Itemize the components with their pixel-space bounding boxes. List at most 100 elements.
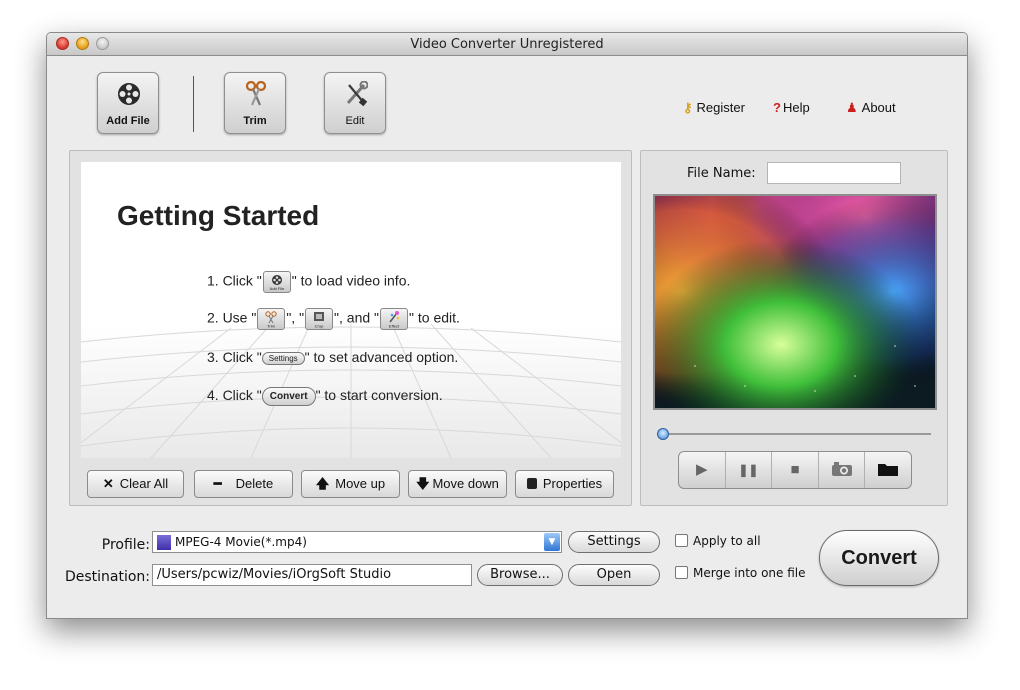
play-button[interactable]: ▶ bbox=[679, 452, 726, 488]
getting-started-area[interactable]: Getting Started 1. Click " Add File " to l… bbox=[81, 162, 621, 458]
seek-track[interactable] bbox=[661, 433, 931, 435]
step-2-mid2: ", and " bbox=[334, 309, 380, 326]
play-icon: ▶ bbox=[696, 461, 708, 478]
snapshot-button[interactable] bbox=[819, 452, 866, 488]
merge-label: Merge into one file bbox=[693, 566, 806, 580]
add-file-label: Add File bbox=[106, 115, 150, 127]
player-controls: ▶ ❚❚ ■ bbox=[678, 451, 912, 489]
step-4-pre: 4. Click " bbox=[207, 387, 262, 404]
step-3: 3. Click " Settings " to set advanced opti… bbox=[207, 349, 458, 365]
properties-icon bbox=[526, 478, 537, 489]
help-link[interactable]: ? Help bbox=[773, 100, 810, 115]
video-preview bbox=[653, 194, 937, 410]
convert-button[interactable]: Convert bbox=[819, 530, 939, 586]
mini-crop-icon: Crop bbox=[305, 308, 334, 330]
open-button[interactable]: Open bbox=[568, 564, 660, 586]
edit-button[interactable]: Edit bbox=[324, 72, 386, 134]
checkbox-box[interactable] bbox=[675, 566, 688, 579]
pause-button[interactable]: ❚❚ bbox=[726, 452, 773, 488]
profile-select[interactable]: MPEG-4 Movie(*.mp4) ▼ bbox=[152, 531, 562, 553]
step-2: 2. Use " Trim ", " Crop ", and " Effect " to e… bbox=[207, 308, 460, 330]
toolbar-separator bbox=[193, 76, 194, 132]
file-name-label: File Name: bbox=[687, 166, 756, 181]
profile-value: MPEG-4 Movie(*.mp4) bbox=[175, 535, 307, 549]
about-label: About bbox=[861, 100, 896, 115]
mini-convert-pill: Convert bbox=[261, 387, 316, 406]
film-icon bbox=[157, 535, 171, 550]
preview-panel: File Name: ▶ ❚❚ ■ bbox=[640, 150, 948, 506]
move-down-label: Move down bbox=[432, 476, 499, 491]
mini-settings-pill: Settings bbox=[261, 351, 305, 365]
stop-icon: ■ bbox=[790, 461, 800, 478]
apply-to-all-label: Apply to all bbox=[693, 534, 761, 548]
destination-label: Destination: bbox=[64, 569, 150, 585]
key-icon: ⚷ bbox=[683, 100, 693, 115]
register-link[interactable]: ⚷ Register bbox=[683, 100, 745, 116]
browse-button[interactable]: Browse... bbox=[477, 564, 563, 586]
profile-label: Profile: bbox=[101, 537, 150, 553]
apply-to-all-checkbox[interactable]: Apply to all bbox=[675, 534, 761, 548]
destination-field[interactable]: /Users/pcwiz/Movies/iOrgSoft Studio bbox=[152, 564, 472, 586]
seek-slider-handle[interactable] bbox=[657, 428, 669, 440]
step-1-post: " to load video info. bbox=[291, 272, 411, 289]
step-1-pre: 1. Click " bbox=[207, 272, 262, 289]
step-3-post: " to set advanced option. bbox=[304, 349, 459, 365]
minus-icon: ━ bbox=[213, 476, 222, 491]
app-window: Video Converter Unregistered Add File Tr… bbox=[46, 32, 968, 619]
arrow-down-icon: 🡇 bbox=[416, 476, 430, 491]
folder-icon bbox=[878, 464, 899, 476]
camera-icon bbox=[831, 462, 852, 476]
file-list-panel: Getting Started 1. Click " Add File " to l… bbox=[69, 150, 632, 506]
wrench-screwdriver-icon bbox=[346, 81, 368, 107]
checkbox-box[interactable] bbox=[675, 534, 688, 547]
clear-all-label: Clear All bbox=[119, 476, 169, 491]
arrow-up-icon: 🡅 bbox=[315, 476, 330, 491]
step-2-mid1: ", " bbox=[286, 309, 305, 326]
aurora-wallpaper-image bbox=[655, 196, 935, 408]
main-content: Add File Trim Edit ⚷ Register ? Help ♟ A… bbox=[47, 56, 967, 618]
properties-button[interactable]: Properties bbox=[515, 470, 614, 498]
file-name-field[interactable] bbox=[767, 162, 901, 184]
pause-icon: ❚❚ bbox=[738, 463, 759, 477]
merge-checkbox[interactable]: Merge into one file bbox=[675, 566, 806, 580]
film-reel-icon bbox=[118, 83, 140, 105]
help-label: Help bbox=[782, 100, 810, 115]
add-file-button[interactable]: Add File bbox=[97, 72, 159, 134]
chevron-down-icon[interactable]: ▼ bbox=[544, 533, 560, 551]
question-icon: ? bbox=[773, 100, 781, 115]
delete-button[interactable]: ━ Delete bbox=[194, 470, 293, 498]
mini-trim-icon: Trim bbox=[257, 308, 286, 330]
svg-text:Crop: Crop bbox=[315, 324, 324, 329]
step-3-pre: 3. Click " bbox=[207, 349, 262, 365]
move-up-label: Move up bbox=[335, 476, 386, 491]
register-label: Register bbox=[696, 100, 745, 115]
mini-add-file-icon: Add File bbox=[262, 271, 291, 293]
move-up-button[interactable]: 🡅 Move up bbox=[301, 470, 400, 498]
mini-effect-icon: Effect bbox=[380, 308, 409, 330]
trim-button[interactable]: Trim bbox=[224, 72, 286, 134]
step-1: 1. Click " Add File " to load video info. bbox=[207, 271, 410, 293]
step-2-pre: 2. Use " bbox=[207, 309, 257, 326]
scissors-icon bbox=[245, 81, 267, 106]
title-bar[interactable]: Video Converter Unregistered bbox=[47, 33, 967, 56]
open-folder-button[interactable] bbox=[865, 452, 911, 488]
about-link[interactable]: ♟ About bbox=[846, 100, 896, 116]
move-down-button[interactable]: 🡇 Move down bbox=[408, 470, 507, 498]
edit-label: Edit bbox=[345, 115, 365, 127]
person-icon: ♟ bbox=[846, 100, 858, 115]
settings-button[interactable]: Settings bbox=[568, 531, 660, 553]
getting-started-title: Getting Started bbox=[117, 200, 320, 231]
trim-label: Trim bbox=[243, 115, 267, 127]
svg-text:Trim: Trim bbox=[267, 324, 276, 329]
stop-button[interactable]: ■ bbox=[772, 452, 819, 488]
step-4: 4. Click " Convert " to start conversion. bbox=[207, 387, 443, 406]
clear-all-button[interactable]: ✕ Clear All bbox=[87, 470, 184, 498]
x-icon: ✕ bbox=[102, 476, 114, 491]
properties-label: Properties bbox=[542, 476, 603, 491]
svg-text:Effect: Effect bbox=[389, 324, 400, 329]
svg-text:Add File: Add File bbox=[269, 286, 284, 291]
window-title: Video Converter Unregistered bbox=[410, 37, 604, 52]
step-4-post: " to start conversion. bbox=[315, 387, 443, 404]
step-2-post: " to edit. bbox=[409, 309, 460, 326]
delete-label: Delete bbox=[235, 476, 274, 491]
